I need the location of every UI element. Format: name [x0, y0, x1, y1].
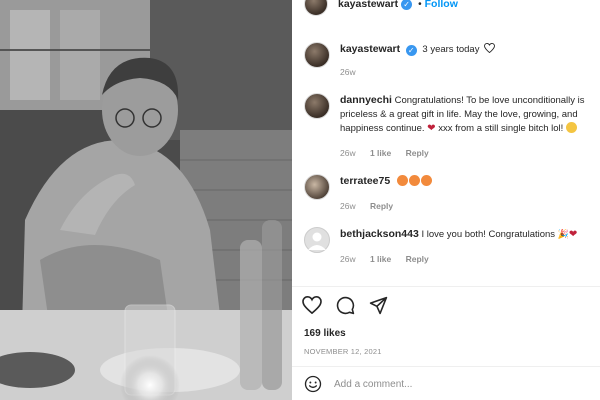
comment-icon[interactable]	[336, 296, 355, 315]
comments-list: kayastewart ✓ 3 years today 26w dannyech…	[292, 32, 600, 282]
comment-avatar[interactable]	[304, 227, 330, 253]
comment-username[interactable]: bethjackson443	[340, 228, 419, 240]
comment-meta: 26w Reply	[340, 199, 590, 213]
author-username[interactable]: kayastewart	[338, 0, 398, 10]
comment-username[interactable]: dannyechi	[340, 94, 392, 106]
header-separator: •	[418, 0, 422, 10]
comment-avatar[interactable]	[304, 93, 330, 119]
party-emoji: 🎉	[557, 229, 569, 239]
comment-body: bethjackson443 I love you both! Congratu…	[340, 227, 590, 266]
reply-button[interactable]: Reply	[406, 148, 429, 158]
author-avatar[interactable]	[304, 0, 328, 16]
caption-username[interactable]: kayastewart	[340, 43, 400, 55]
heart-eyes-emoji	[420, 175, 432, 186]
comment-input[interactable]: Add a comment...	[334, 379, 412, 390]
post-header: kayastewart ✓ • Follow	[292, 0, 600, 18]
smiley-icon[interactable]	[304, 375, 322, 393]
comment-likes[interactable]: 1 like	[370, 148, 391, 158]
comment-avatar[interactable]	[304, 174, 330, 200]
broken-heart-emoji: ❤	[427, 123, 436, 134]
comment-text-tail: xxx from a still single bitch lol!	[438, 123, 564, 134]
caption-avatar[interactable]	[304, 42, 330, 68]
caption-time[interactable]: 26w	[340, 67, 356, 77]
heart-eyes-emoji	[396, 175, 408, 186]
comment-text: I love you both! Congratulations	[421, 229, 556, 240]
verified-icon: ✓	[405, 45, 417, 56]
default-avatar-icon	[308, 232, 326, 250]
heart-eyes-emoji	[408, 175, 420, 186]
comment-body: terratee75 26w Reply	[340, 174, 590, 213]
comment-meta: 26w 1 like Reply	[340, 252, 590, 266]
reply-button[interactable]: Reply	[406, 254, 429, 264]
caption-text: 3 years today	[422, 44, 480, 55]
comment-time[interactable]: 26w	[340, 254, 356, 264]
comment-item: bethjackson443 I love you both! Congratu…	[292, 227, 600, 266]
likes-count[interactable]: 169 likes	[304, 328, 346, 339]
post-photo[interactable]	[0, 0, 292, 400]
add-comment-row: Add a comment...	[304, 375, 412, 393]
comment-username[interactable]: terratee75	[340, 175, 390, 187]
caption-meta: 26w	[340, 65, 590, 79]
divider	[292, 366, 600, 367]
follow-button[interactable]: Follow	[425, 0, 458, 10]
comment-item: dannyechi Congratulations! To be love un…	[292, 93, 600, 160]
comment-meta: 26w 1 like Reply	[340, 146, 590, 160]
divider	[292, 286, 600, 287]
post-photo-illustration	[0, 0, 292, 400]
reply-button[interactable]: Reply	[370, 201, 393, 211]
heart-emoji: ❤	[568, 229, 578, 240]
caption: kayastewart ✓ 3 years today 26w	[292, 42, 600, 79]
share-icon[interactable]	[369, 296, 388, 315]
blushing-emoji	[565, 122, 577, 133]
post-date: NOVEMBER 12, 2021	[304, 347, 382, 356]
comment-body: dannyechi Congratulations! To be love un…	[340, 93, 590, 160]
heart-icon	[484, 42, 496, 54]
comment-likes[interactable]: 1 like	[370, 254, 391, 264]
heart-icon[interactable]	[302, 296, 322, 314]
comment-time[interactable]: 26w	[340, 201, 356, 211]
comment-time[interactable]: 26w	[340, 148, 356, 158]
verified-icon: ✓	[401, 0, 413, 10]
action-bar	[302, 296, 388, 315]
post-details-panel: kayastewart ✓ • Follow kayastewart ✓ 3 y…	[292, 0, 600, 400]
caption-body: kayastewart ✓ 3 years today 26w	[340, 42, 590, 79]
comment-item: terratee75 26w Reply	[292, 174, 600, 213]
